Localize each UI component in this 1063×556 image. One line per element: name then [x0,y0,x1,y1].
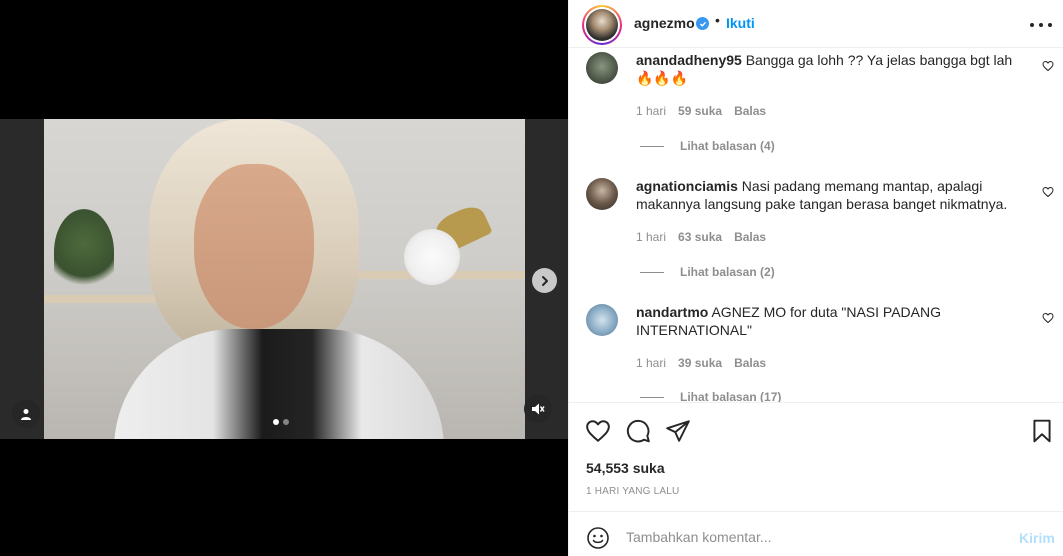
video-letterbox-left [0,119,44,439]
author-username[interactable]: agnezmo [634,15,695,31]
heart-icon[interactable] [1042,312,1054,324]
post-details-panel: agnezmo • Ikuti anandadheny95 Bangga ga … [568,0,1063,556]
heart-icon[interactable] [1042,60,1054,72]
replies-line [640,271,664,273]
bookmark-icon[interactable] [1029,418,1055,444]
muted-audio-icon [532,403,545,415]
commenter-avatar[interactable] [586,52,618,84]
emoji-icon[interactable] [586,526,610,550]
heart-icon[interactable] [1042,186,1054,198]
follow-button[interactable]: Ikuti [726,15,755,31]
header-separator: • [715,12,720,28]
more-options-button[interactable] [1030,16,1052,34]
view-replies-button[interactable]: Lihat balasan (17) [640,390,781,402]
comment-meta: 1 hari 39 suka Balas [636,356,766,370]
comment-text: anandadheny95 Bangga ga lohh ?? Ya jelas… [636,52,1013,86]
comment-likes[interactable]: 59 suka [678,104,722,118]
carousel-dot [283,419,289,425]
post-media [0,0,568,556]
commenter-avatar[interactable] [586,178,618,210]
replies-line [640,145,664,147]
verified-icon [696,17,709,30]
reply-button[interactable]: Balas [734,356,766,370]
scene-lamp-globe [404,229,460,285]
comment-text: agnationciamis Nasi padang memang mantap… [636,178,1008,212]
commenter-avatar[interactable] [586,304,618,336]
view-replies-button[interactable]: Lihat balasan (4) [640,139,775,153]
post-timestamp: 1 HARI YANG LALU [586,486,680,497]
view-replies-button[interactable]: Lihat balasan (2) [640,265,775,279]
carousel-dot-active [273,419,279,425]
comment-time: 1 hari [636,230,667,244]
comment-input[interactable] [626,525,1006,549]
like-count[interactable]: 54,553 suka [586,460,665,476]
video-player[interactable] [0,119,568,439]
comment-meta: 1 hari 59 suka Balas [636,104,766,118]
post-comment-button[interactable]: Kirim [1019,530,1055,546]
share-icon[interactable] [665,418,691,444]
comment-meta: 1 hari 63 suka Balas [636,230,766,244]
commenter-username[interactable]: agnationciamis [636,178,738,194]
more-icon [1030,23,1034,27]
video-frame [44,119,525,439]
chevron-right-icon [541,275,548,286]
person-face [194,164,314,329]
comment-text: nandartmo AGNEZ MO for duta "NASI PADANG… [636,304,942,338]
user-tags-button[interactable] [12,400,40,428]
heart-icon[interactable] [585,418,611,444]
comment-likes[interactable]: 39 suka [678,356,722,370]
reply-button[interactable]: Balas [734,230,766,244]
comments-list: anandadheny95 Bangga ga lohh ?? Ya jelas… [569,48,1063,402]
user-tag-icon [21,409,31,420]
audio-toggle-button[interactable] [524,395,552,423]
scene-plant [54,209,114,295]
post-actions: 54,553 suka 1 HARI YANG LALU [569,402,1063,510]
carousel-next-button[interactable] [532,268,557,293]
comment-time: 1 hari [636,356,667,370]
comment-likes[interactable]: 63 suka [678,230,722,244]
reply-button[interactable]: Balas [734,104,766,118]
comment-composer: Kirim [569,511,1063,556]
comment-time: 1 hari [636,104,667,118]
post-header: agnezmo • Ikuti [569,0,1063,48]
commenter-username[interactable]: nandartmo [636,304,708,320]
author-avatar[interactable] [582,5,622,45]
commenter-username[interactable]: anandadheny95 [636,52,742,68]
replies-line [640,396,664,398]
comment-icon[interactable] [625,418,651,444]
carousel-indicator [273,419,289,425]
